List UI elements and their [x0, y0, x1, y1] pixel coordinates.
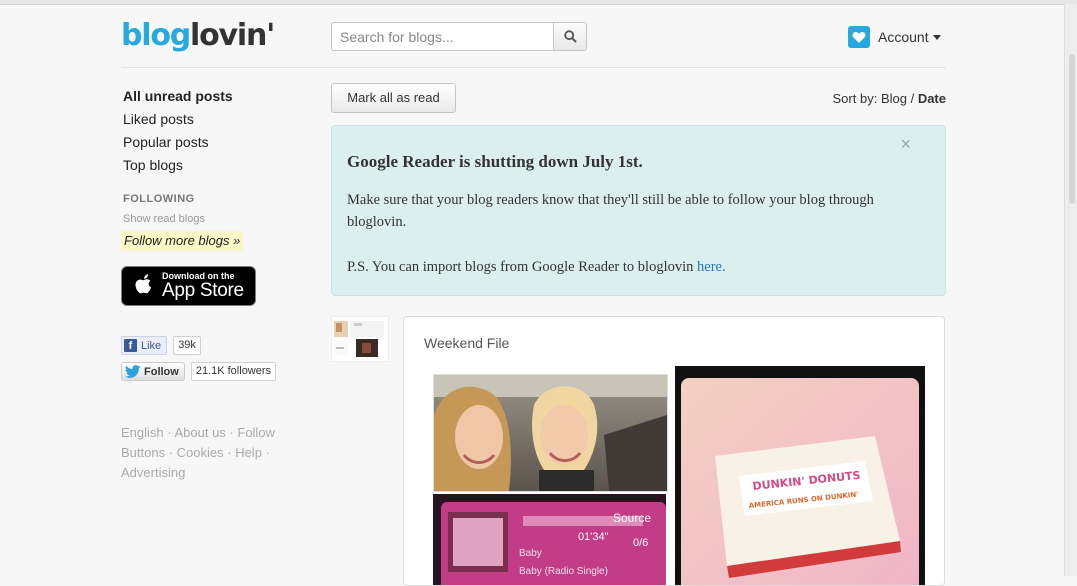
scrollbar-thumb[interactable] [1069, 54, 1075, 204]
stereo-source-text: Source [613, 511, 651, 525]
footer-advertising-link[interactable]: Advertising [121, 465, 185, 480]
stereo-track-count-text: 0/6 [633, 537, 648, 549]
facebook-like-count: 39k [173, 336, 201, 355]
sidebar: All unread posts Liked posts Popular pos… [121, 85, 311, 480]
following-heading: FOLLOWING [123, 193, 195, 205]
stereo-song1-text: Baby [519, 548, 542, 559]
show-read-blogs-link[interactable]: Show read blogs [123, 213, 205, 225]
post-photo-dunkin-box[interactable]: DUNKIN' DONUTS AMERICA RUNS ON DUNKIN' [675, 366, 925, 585]
dunkin-box-image: DUNKIN' DONUTS AMERICA RUNS ON DUNKIN' [675, 366, 925, 585]
stereo-song2-text: Baby (Radio Single) [519, 566, 608, 577]
notice-ps: P.S. You can import blogs from Google Re… [347, 256, 726, 278]
scrollbar[interactable] [1064, 4, 1077, 576]
nav-popular-posts[interactable]: Popular posts [123, 131, 311, 154]
search-form [331, 22, 587, 51]
selfie-image [434, 375, 667, 491]
logo-part-lovin: lovin' [190, 18, 275, 53]
mark-all-read-button[interactable]: Mark all as read [331, 83, 456, 113]
sidebar-nav: All unread posts Liked posts Popular pos… [121, 85, 311, 177]
google-reader-notice: × Google Reader is shutting down July 1s… [331, 125, 946, 296]
post-thumbnail-image [334, 321, 384, 357]
account-label: Account [878, 29, 929, 45]
sort-label: Sort by: [832, 91, 878, 106]
notice-import-link[interactable]: here. [697, 259, 726, 275]
logo[interactable]: bloglovin' [121, 18, 275, 54]
twitter-follow-row: Follow 21.1K followers [121, 362, 277, 381]
notice-body: Make sure that your blog readers know th… [347, 192, 874, 230]
twitter-follow-label: Follow [144, 365, 179, 378]
app-store-badge[interactable]: Download on the App Store [121, 266, 256, 306]
account-menu[interactable]: Account [848, 26, 941, 48]
facebook-icon: f [124, 339, 137, 352]
stereo-time-text: 01'34" [578, 531, 609, 543]
sort-by-date-active[interactable]: Date [918, 91, 946, 106]
follow-more-blogs-link[interactable]: Follow more blogs » [121, 231, 244, 251]
app-store-text: Download on the App Store [162, 271, 244, 301]
search-input[interactable] [331, 22, 554, 51]
post-photo-car-stereo[interactable]: Source 01'34" 0/6 Baby Baby (Radio Singl… [433, 494, 666, 585]
car-stereo-image: Source 01'34" 0/6 Baby Baby (Radio Singl… [433, 494, 666, 585]
facebook-like-label: Like [141, 339, 162, 352]
sort-by-blog-link[interactable]: Blog [881, 91, 907, 106]
apple-icon [135, 274, 151, 294]
post-thumbnail[interactable] [331, 316, 389, 362]
twitter-bird-icon [125, 365, 141, 378]
sidebar-footer: English · About us · Follow Buttons · Co… [121, 425, 275, 480]
notice-title: Google Reader is shutting down July 1st. [347, 152, 643, 171]
app-store-line2: App Store [162, 280, 244, 301]
twitter-follower-count: 21.1K followers [190, 362, 277, 381]
post-photo-selfie[interactable] [433, 374, 668, 492]
header-divider [121, 67, 946, 68]
twitter-follow-button[interactable]: Follow [121, 362, 185, 381]
heart-icon [848, 26, 870, 48]
facebook-like-row: f Like 39k [121, 336, 201, 355]
close-notice-icon[interactable]: × [900, 134, 911, 155]
caret-down-icon [932, 34, 941, 40]
nav-all-unread-posts[interactable]: All unread posts [123, 85, 311, 108]
nav-top-blogs[interactable]: Top blogs [123, 154, 311, 177]
notice-ps-text: P.S. You can import blogs from Google Re… [347, 259, 694, 275]
nav-liked-posts[interactable]: Liked posts [123, 108, 311, 131]
search-button[interactable] [553, 22, 587, 51]
post-card: Weekend File Source 01'34" 0/6 Baby Baby… [403, 316, 945, 586]
post-title[interactable]: Weekend File [424, 335, 509, 351]
search-icon [563, 30, 577, 43]
browser-top-edge [0, 0, 1077, 5]
footer-about-link[interactable]: About us [174, 425, 225, 440]
sort-control: Sort by: Blog / Date [832, 91, 946, 106]
footer-english-link[interactable]: English [121, 425, 164, 440]
facebook-like-button[interactable]: f Like [121, 336, 168, 355]
logo-part-blog: blog [121, 18, 191, 53]
footer-cookies-link[interactable]: Cookies [177, 445, 224, 460]
footer-help-link[interactable]: Help [235, 445, 262, 460]
